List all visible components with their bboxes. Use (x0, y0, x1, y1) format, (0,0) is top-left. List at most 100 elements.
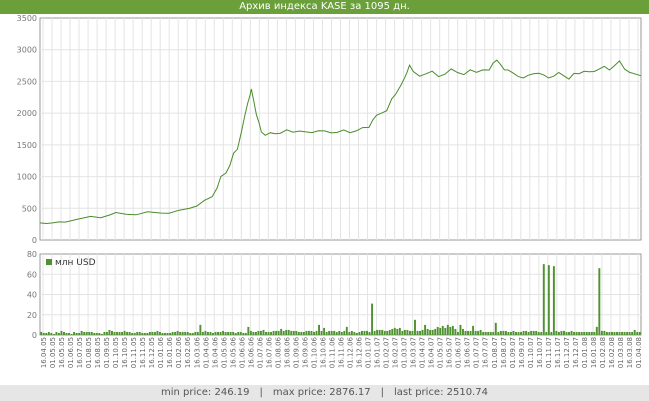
volume-bar (123, 330, 126, 335)
bar-ytick-label: 80 (27, 250, 37, 259)
volume-bar (103, 331, 106, 335)
volume-bar (161, 332, 164, 335)
volume-bar (605, 331, 608, 335)
volume-bar (189, 332, 192, 335)
volume-bar (545, 331, 548, 335)
volume-bar (194, 331, 197, 335)
volume-bar (408, 330, 411, 335)
volume-bar (535, 330, 538, 335)
volume-bar (151, 331, 154, 335)
volume-bar (320, 330, 323, 335)
xtick-label: 16.04.07 (428, 337, 436, 368)
volume-bar (532, 330, 535, 335)
volume-bar (444, 327, 447, 335)
volume-bar (73, 331, 76, 335)
volume-bar (391, 328, 394, 336)
volume-bar (95, 332, 98, 335)
volume-bar (50, 332, 53, 335)
volume-bar (68, 332, 71, 335)
volume-bar (156, 330, 159, 335)
volume-bar (595, 326, 598, 335)
volume-bar (373, 330, 376, 335)
volume-bar (456, 331, 459, 335)
xtick-label: 16.07.05 (76, 337, 84, 368)
volume-bar (386, 330, 389, 335)
volume-bar (492, 331, 495, 335)
volume-bar (527, 331, 530, 335)
xtick-label: 16.02.08 (608, 337, 616, 368)
volume-bar (464, 330, 467, 335)
volume-bar (201, 331, 204, 335)
volume-bar (509, 331, 512, 335)
volume-bar (638, 331, 641, 335)
xtick-label: 01.07.06 (256, 336, 264, 368)
volume-bar (80, 330, 83, 335)
volume-bar (217, 331, 219, 335)
xtick-label: 01.04.06 (202, 336, 210, 368)
volume-bar (552, 266, 555, 335)
volume-bar (497, 331, 500, 335)
volume-bar (184, 331, 187, 335)
volume-bar (504, 330, 507, 335)
volume-bar (333, 330, 336, 335)
volume-bar (315, 330, 318, 335)
volume-bar (121, 331, 124, 335)
volume-bar (600, 330, 603, 335)
volume-bar (472, 325, 475, 335)
legend-label: млн USD (55, 258, 96, 268)
bar-ytick-label: 20 (27, 311, 37, 320)
xtick-label: 01.03.08 (617, 337, 625, 368)
last-price-label: last price: 2510.74 (393, 387, 488, 398)
volume-bar (474, 330, 477, 335)
volume-bar (618, 331, 621, 335)
xtick-label: 16.04.06 (211, 336, 219, 368)
volume-bar (118, 331, 121, 335)
volume-bar (196, 331, 199, 335)
volume-bar (55, 331, 58, 335)
volume-bar (424, 324, 427, 336)
volume-bar (573, 331, 576, 335)
volume-bar (565, 331, 568, 335)
volume-bar (449, 326, 452, 335)
volume-bar (512, 330, 515, 335)
volume-bar (252, 331, 255, 335)
xtick-label: 16.03.08 (626, 337, 634, 368)
volume-bar (244, 332, 247, 335)
xtick-label: 01.01.06 (157, 336, 165, 368)
xtick-label: 16.03.06 (193, 336, 201, 368)
volume-bar (542, 264, 545, 336)
volume-bar (191, 332, 194, 335)
volume-bar (280, 328, 283, 336)
xtick-label: 01.09.06 (292, 336, 300, 368)
volume-bar (361, 330, 363, 335)
volume-bar (388, 329, 391, 335)
bar-ytick-label: 60 (27, 270, 37, 279)
volume-bar (212, 332, 214, 335)
volume-bar (199, 324, 202, 336)
volume-bar (93, 332, 96, 335)
volume-bar (229, 331, 232, 335)
xtick-label: 16.02.07 (392, 337, 400, 368)
volume-bar (307, 330, 310, 335)
volume-bar (431, 329, 434, 335)
volume-bar (376, 329, 379, 335)
volume-bar (232, 331, 235, 335)
volume-bar (560, 330, 563, 335)
volume-bar (429, 329, 432, 335)
xtick-label: 01.08.06 (274, 336, 282, 368)
volume-bar (416, 330, 419, 335)
volume-bar (451, 325, 454, 335)
volume-bar (499, 330, 502, 335)
xtick-label: 16.12.05 (148, 337, 156, 368)
volume-bar (164, 332, 166, 335)
volume-bar (105, 331, 108, 335)
chart-title: Архив индекса KASE за 1095 дн. (0, 0, 649, 14)
volume-bar (143, 332, 146, 335)
xtick-label: 16.09.07 (518, 337, 526, 368)
volume-bar (75, 332, 78, 335)
volume-bar (487, 331, 490, 335)
xtick-label: 01.02.06 (175, 336, 183, 368)
volume-bar (628, 331, 631, 335)
volume-bar (358, 331, 361, 335)
volume-bar (403, 329, 406, 335)
